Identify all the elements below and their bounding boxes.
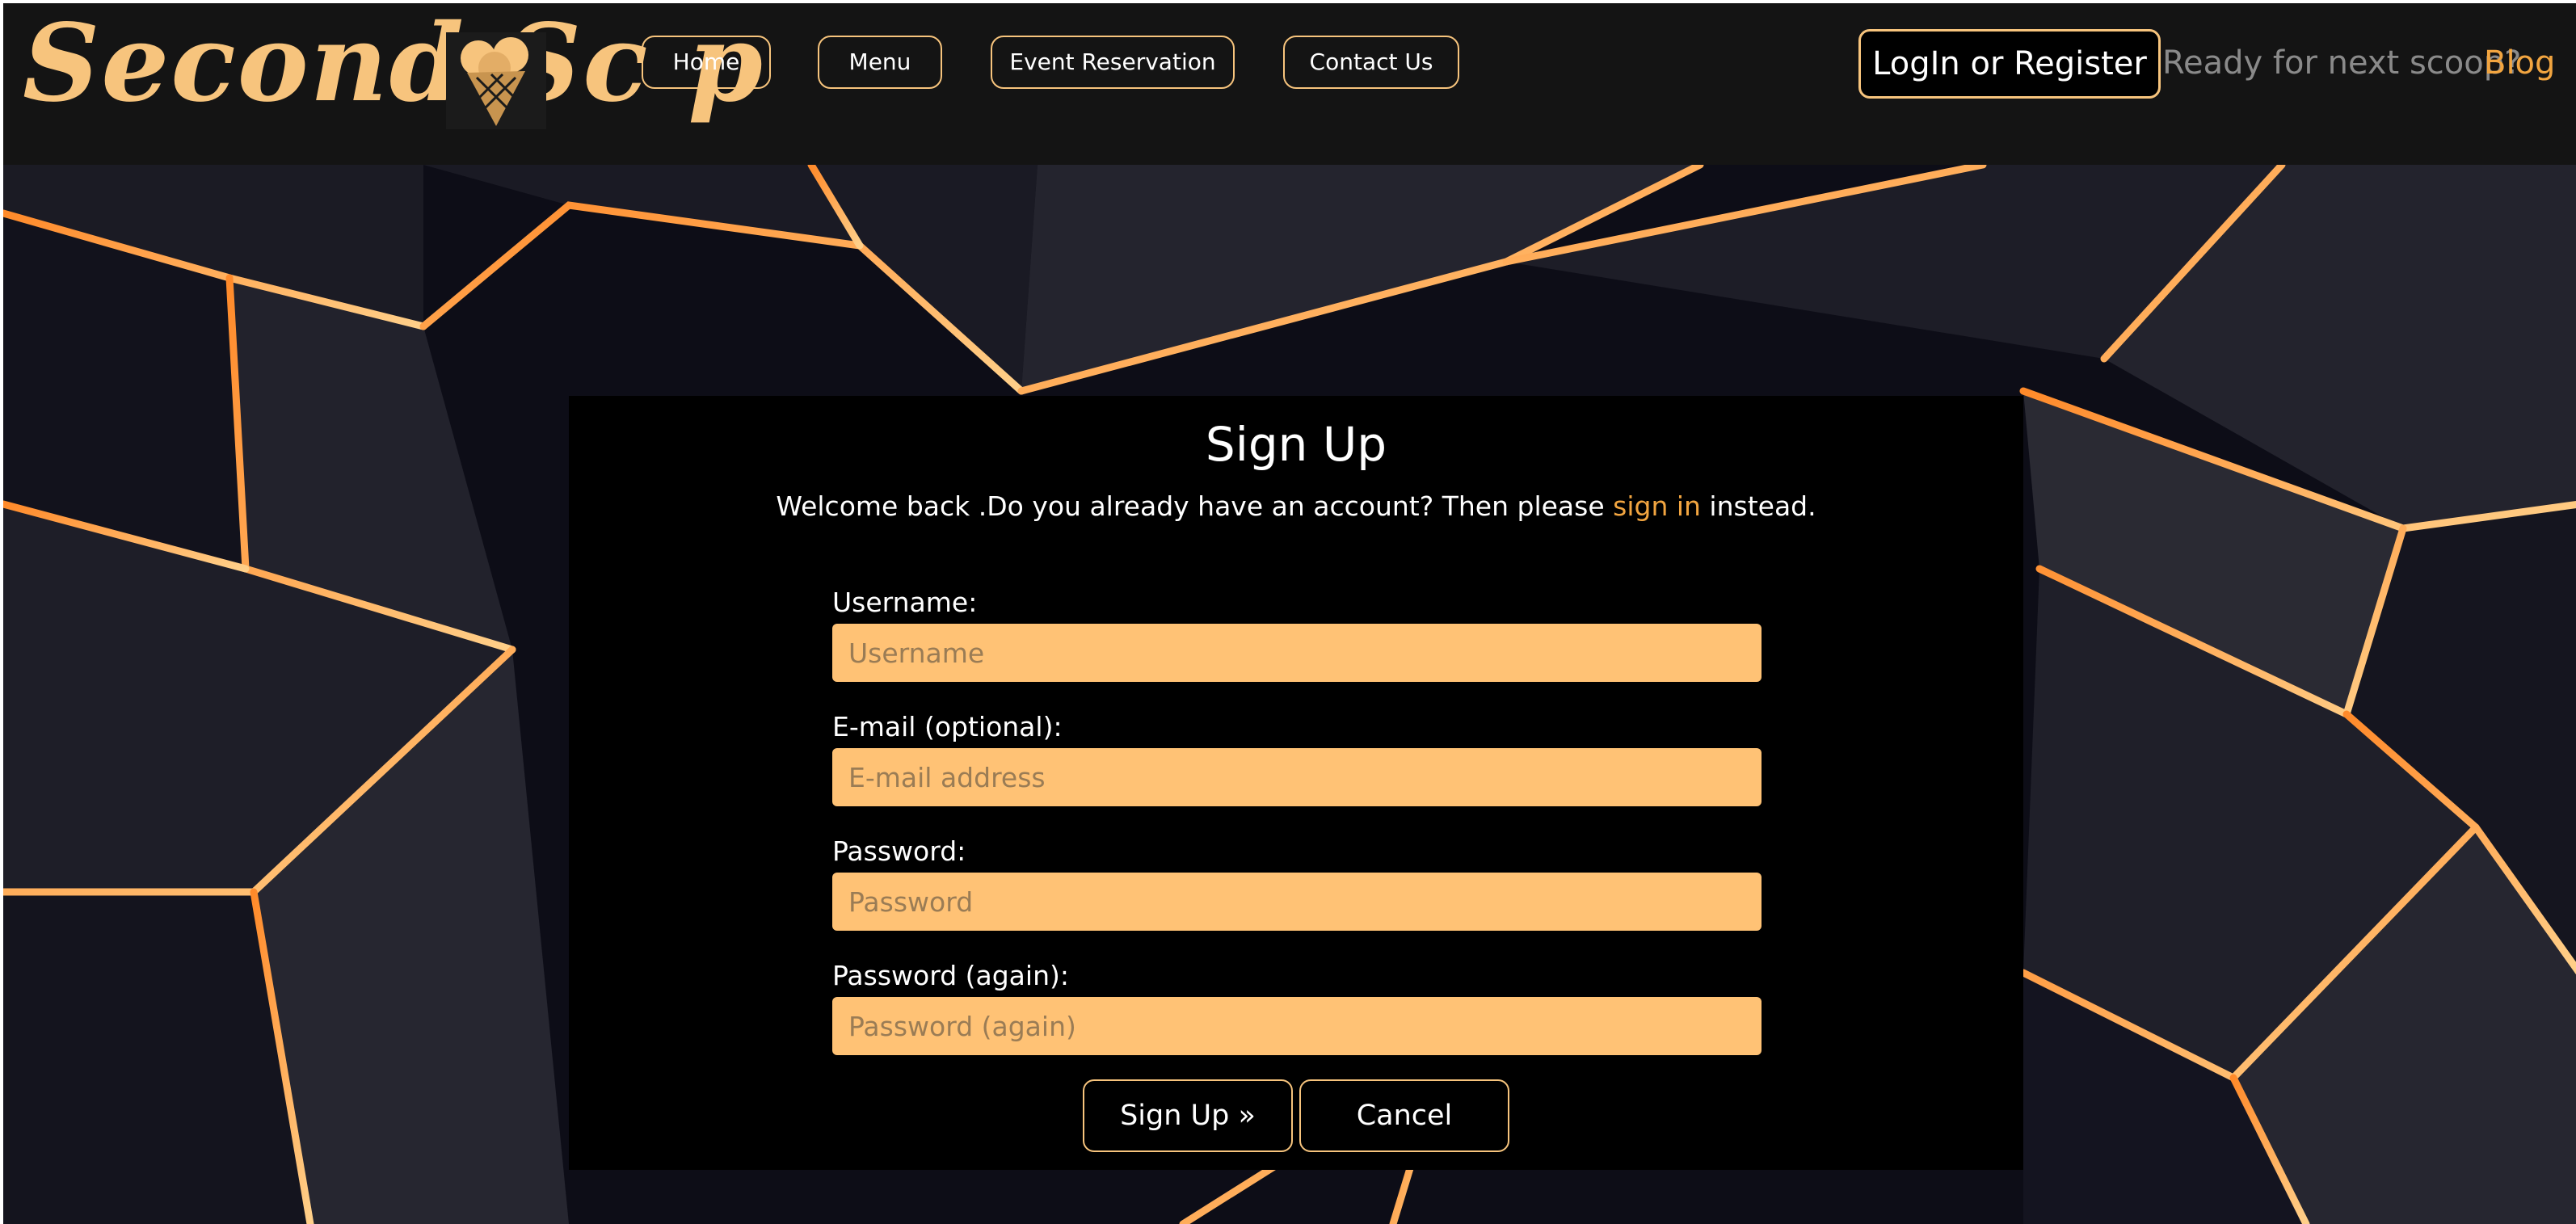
username-label: Username: — [832, 587, 978, 618]
signup-panel: Sign Up Welcome back .Do you already hav… — [569, 396, 2023, 1170]
ice-cream-cone-icon — [446, 32, 546, 129]
password-again-input[interactable] — [832, 997, 1762, 1055]
tagline-text: Ready for next scoop? — [2162, 44, 2522, 82]
blog-link[interactable]: Blog — [2484, 40, 2555, 86]
subtitle-text-post: instead. — [1700, 490, 1816, 522]
signup-subtitle: Welcome back .Do you already have an acc… — [569, 486, 2023, 527]
page: Second Sc p Home Menu Event Reservation … — [0, 0, 2576, 1224]
sign-in-link[interactable]: sign in — [1613, 490, 1701, 522]
nav-menu-button[interactable]: Menu — [818, 36, 942, 89]
cancel-button[interactable]: Cancel — [1299, 1079, 1509, 1152]
subtitle-text-pre: Welcome back .Do you already have an acc… — [776, 490, 1614, 522]
signup-submit-button[interactable]: Sign Up » — [1083, 1079, 1293, 1152]
username-input[interactable] — [832, 624, 1762, 682]
nav-home-button[interactable]: Home — [642, 36, 771, 89]
password-again-label: Password (again): — [832, 960, 1069, 991]
nav-contact-us-button[interactable]: Contact Us — [1283, 36, 1459, 89]
password-label: Password: — [832, 835, 966, 867]
signup-title: Sign Up — [1205, 417, 1387, 472]
nav-event-reservation-button[interactable]: Event Reservation — [991, 36, 1235, 89]
password-input[interactable] — [832, 873, 1762, 931]
email-label: E-mail (optional): — [832, 711, 1063, 742]
navbar: Second Sc p Home Menu Event Reservation … — [0, 0, 2576, 165]
login-register-button[interactable]: LogIn or Register — [1858, 29, 2161, 99]
email-input[interactable] — [832, 748, 1762, 806]
